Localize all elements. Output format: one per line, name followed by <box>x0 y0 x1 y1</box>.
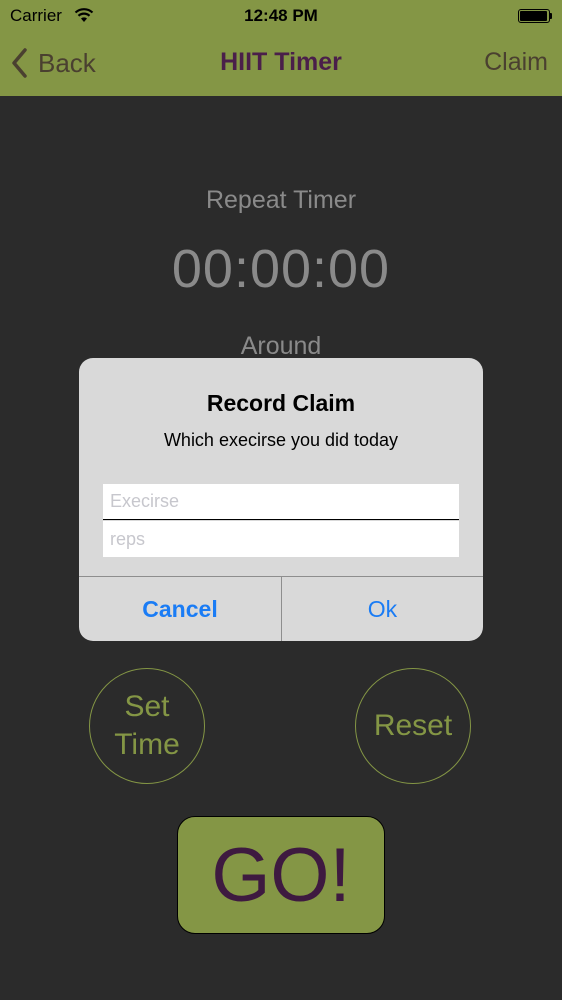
navigation-bar: Back HIIT Timer Claim <box>0 32 562 96</box>
battery-icon <box>518 9 552 23</box>
around-label: Around <box>240 332 322 360</box>
page-title: HIIT Timer <box>220 48 342 76</box>
dialog-message: Which execirse you did today <box>163 430 399 450</box>
cancel-button[interactable]: Cancel <box>79 577 281 641</box>
top-bar: Carrier 12:48 PM Back HIIT Timer Claim <box>0 0 562 96</box>
go-label: GO! <box>211 832 351 918</box>
status-time: 12:48 PM <box>244 6 318 25</box>
set-time-button[interactable]: Set Time <box>89 668 205 784</box>
reps-input[interactable] <box>103 521 459 557</box>
exercise-input[interactable] <box>103 484 459 520</box>
reset-label: Reset <box>373 709 453 742</box>
go-button[interactable]: GO! <box>177 816 385 934</box>
ok-button[interactable]: Ok <box>282 577 483 641</box>
reset-button[interactable]: Reset <box>355 668 471 784</box>
status-bar: Carrier 12:48 PM <box>0 0 562 32</box>
timer-display: 00:00:00 <box>171 239 391 299</box>
set-time-label: Set Time <box>114 690 180 761</box>
dialog-title: Record Claim <box>206 390 356 416</box>
record-claim-dialog: Record Claim Which execirse you did toda… <box>79 358 483 641</box>
claim-button[interactable]: Claim <box>484 48 548 77</box>
repeat-timer-label: Repeat Timer <box>205 186 357 214</box>
